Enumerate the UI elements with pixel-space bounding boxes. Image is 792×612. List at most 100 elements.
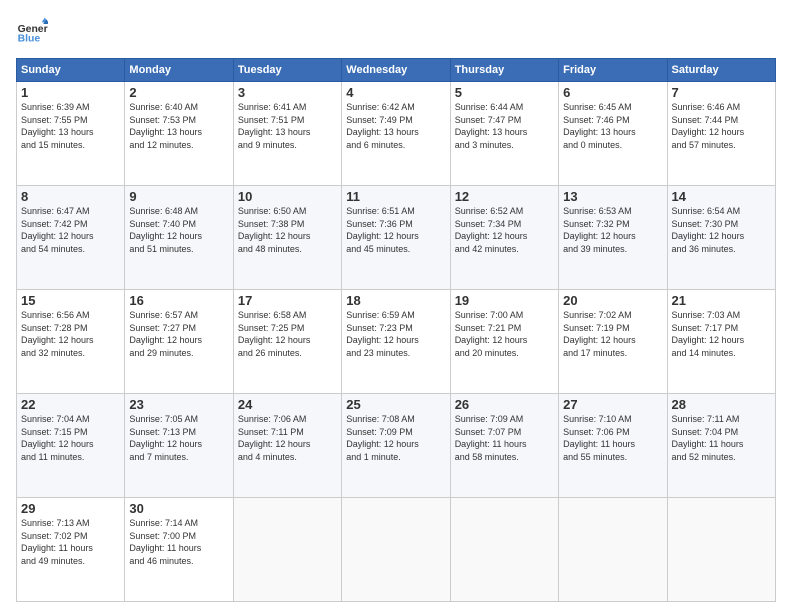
cell-info: Sunrise: 7:10 AMSunset: 7:06 PMDaylight:… bbox=[563, 413, 662, 463]
calendar-cell: 5Sunrise: 6:44 AMSunset: 7:47 PMDaylight… bbox=[450, 82, 558, 186]
cell-info: Sunrise: 7:04 AMSunset: 7:15 PMDaylight:… bbox=[21, 413, 120, 463]
svg-text:Blue: Blue bbox=[18, 34, 41, 45]
cell-day-number: 2 bbox=[129, 85, 228, 100]
cell-info: Sunrise: 7:02 AMSunset: 7:19 PMDaylight:… bbox=[563, 309, 662, 359]
week-row-5: 29Sunrise: 7:13 AMSunset: 7:02 PMDayligh… bbox=[17, 498, 776, 602]
calendar-cell: 29Sunrise: 7:13 AMSunset: 7:02 PMDayligh… bbox=[17, 498, 125, 602]
calendar-cell: 21Sunrise: 7:03 AMSunset: 7:17 PMDayligh… bbox=[667, 290, 775, 394]
cell-day-number: 17 bbox=[238, 293, 337, 308]
calendar-cell: 19Sunrise: 7:00 AMSunset: 7:21 PMDayligh… bbox=[450, 290, 558, 394]
calendar-cell: 28Sunrise: 7:11 AMSunset: 7:04 PMDayligh… bbox=[667, 394, 775, 498]
cell-day-number: 16 bbox=[129, 293, 228, 308]
cell-day-number: 18 bbox=[346, 293, 445, 308]
header-cell-saturday: Saturday bbox=[667, 59, 775, 82]
cell-day-number: 10 bbox=[238, 189, 337, 204]
cell-day-number: 1 bbox=[21, 85, 120, 100]
cell-day-number: 30 bbox=[129, 501, 228, 516]
cell-info: Sunrise: 6:53 AMSunset: 7:32 PMDaylight:… bbox=[563, 205, 662, 255]
calendar-cell: 9Sunrise: 6:48 AMSunset: 7:40 PMDaylight… bbox=[125, 186, 233, 290]
cell-info: Sunrise: 6:45 AMSunset: 7:46 PMDaylight:… bbox=[563, 101, 662, 151]
cell-day-number: 24 bbox=[238, 397, 337, 412]
calendar-cell: 14Sunrise: 6:54 AMSunset: 7:30 PMDayligh… bbox=[667, 186, 775, 290]
cell-info: Sunrise: 6:40 AMSunset: 7:53 PMDaylight:… bbox=[129, 101, 228, 151]
week-row-3: 15Sunrise: 6:56 AMSunset: 7:28 PMDayligh… bbox=[17, 290, 776, 394]
cell-info: Sunrise: 7:09 AMSunset: 7:07 PMDaylight:… bbox=[455, 413, 554, 463]
page: General Blue SundayMondayTuesdayWednesda… bbox=[0, 0, 792, 612]
calendar-cell: 12Sunrise: 6:52 AMSunset: 7:34 PMDayligh… bbox=[450, 186, 558, 290]
calendar-cell: 20Sunrise: 7:02 AMSunset: 7:19 PMDayligh… bbox=[559, 290, 667, 394]
cell-day-number: 23 bbox=[129, 397, 228, 412]
cell-info: Sunrise: 6:52 AMSunset: 7:34 PMDaylight:… bbox=[455, 205, 554, 255]
calendar-cell: 26Sunrise: 7:09 AMSunset: 7:07 PMDayligh… bbox=[450, 394, 558, 498]
calendar-cell: 3Sunrise: 6:41 AMSunset: 7:51 PMDaylight… bbox=[233, 82, 341, 186]
calendar-cell: 27Sunrise: 7:10 AMSunset: 7:06 PMDayligh… bbox=[559, 394, 667, 498]
header-cell-sunday: Sunday bbox=[17, 59, 125, 82]
cell-info: Sunrise: 7:00 AMSunset: 7:21 PMDaylight:… bbox=[455, 309, 554, 359]
calendar-body: 1Sunrise: 6:39 AMSunset: 7:55 PMDaylight… bbox=[17, 82, 776, 602]
calendar-cell: 7Sunrise: 6:46 AMSunset: 7:44 PMDaylight… bbox=[667, 82, 775, 186]
calendar-header: SundayMondayTuesdayWednesdayThursdayFrid… bbox=[17, 59, 776, 82]
cell-day-number: 12 bbox=[455, 189, 554, 204]
cell-info: Sunrise: 6:56 AMSunset: 7:28 PMDaylight:… bbox=[21, 309, 120, 359]
cell-info: Sunrise: 6:48 AMSunset: 7:40 PMDaylight:… bbox=[129, 205, 228, 255]
cell-info: Sunrise: 6:42 AMSunset: 7:49 PMDaylight:… bbox=[346, 101, 445, 151]
cell-day-number: 26 bbox=[455, 397, 554, 412]
header-row: SundayMondayTuesdayWednesdayThursdayFrid… bbox=[17, 59, 776, 82]
cell-info: Sunrise: 6:59 AMSunset: 7:23 PMDaylight:… bbox=[346, 309, 445, 359]
cell-day-number: 5 bbox=[455, 85, 554, 100]
header: General Blue bbox=[16, 16, 776, 48]
calendar-cell: 8Sunrise: 6:47 AMSunset: 7:42 PMDaylight… bbox=[17, 186, 125, 290]
cell-day-number: 27 bbox=[563, 397, 662, 412]
calendar-cell: 22Sunrise: 7:04 AMSunset: 7:15 PMDayligh… bbox=[17, 394, 125, 498]
cell-info: Sunrise: 7:14 AMSunset: 7:00 PMDaylight:… bbox=[129, 517, 228, 567]
cell-info: Sunrise: 6:47 AMSunset: 7:42 PMDaylight:… bbox=[21, 205, 120, 255]
cell-info: Sunrise: 6:57 AMSunset: 7:27 PMDaylight:… bbox=[129, 309, 228, 359]
calendar-cell: 11Sunrise: 6:51 AMSunset: 7:36 PMDayligh… bbox=[342, 186, 450, 290]
header-cell-wednesday: Wednesday bbox=[342, 59, 450, 82]
cell-info: Sunrise: 6:50 AMSunset: 7:38 PMDaylight:… bbox=[238, 205, 337, 255]
calendar-cell: 23Sunrise: 7:05 AMSunset: 7:13 PMDayligh… bbox=[125, 394, 233, 498]
cell-info: Sunrise: 6:41 AMSunset: 7:51 PMDaylight:… bbox=[238, 101, 337, 151]
cell-day-number: 14 bbox=[672, 189, 771, 204]
calendar-cell: 2Sunrise: 6:40 AMSunset: 7:53 PMDaylight… bbox=[125, 82, 233, 186]
calendar-cell bbox=[342, 498, 450, 602]
cell-day-number: 15 bbox=[21, 293, 120, 308]
cell-day-number: 25 bbox=[346, 397, 445, 412]
cell-day-number: 6 bbox=[563, 85, 662, 100]
header-cell-monday: Monday bbox=[125, 59, 233, 82]
cell-info: Sunrise: 6:51 AMSunset: 7:36 PMDaylight:… bbox=[346, 205, 445, 255]
cell-info: Sunrise: 7:11 AMSunset: 7:04 PMDaylight:… bbox=[672, 413, 771, 463]
calendar-table: SundayMondayTuesdayWednesdayThursdayFrid… bbox=[16, 58, 776, 602]
cell-day-number: 4 bbox=[346, 85, 445, 100]
calendar-cell: 17Sunrise: 6:58 AMSunset: 7:25 PMDayligh… bbox=[233, 290, 341, 394]
cell-day-number: 11 bbox=[346, 189, 445, 204]
cell-day-number: 20 bbox=[563, 293, 662, 308]
cell-info: Sunrise: 7:05 AMSunset: 7:13 PMDaylight:… bbox=[129, 413, 228, 463]
cell-day-number: 9 bbox=[129, 189, 228, 204]
cell-day-number: 22 bbox=[21, 397, 120, 412]
calendar-cell bbox=[559, 498, 667, 602]
cell-day-number: 21 bbox=[672, 293, 771, 308]
calendar-cell bbox=[667, 498, 775, 602]
cell-day-number: 13 bbox=[563, 189, 662, 204]
cell-day-number: 29 bbox=[21, 501, 120, 516]
calendar-cell: 4Sunrise: 6:42 AMSunset: 7:49 PMDaylight… bbox=[342, 82, 450, 186]
calendar-cell: 6Sunrise: 6:45 AMSunset: 7:46 PMDaylight… bbox=[559, 82, 667, 186]
cell-info: Sunrise: 7:13 AMSunset: 7:02 PMDaylight:… bbox=[21, 517, 120, 567]
logo-icon: General Blue bbox=[16, 16, 48, 48]
cell-day-number: 28 bbox=[672, 397, 771, 412]
calendar-cell bbox=[450, 498, 558, 602]
week-row-4: 22Sunrise: 7:04 AMSunset: 7:15 PMDayligh… bbox=[17, 394, 776, 498]
week-row-2: 8Sunrise: 6:47 AMSunset: 7:42 PMDaylight… bbox=[17, 186, 776, 290]
cell-info: Sunrise: 6:46 AMSunset: 7:44 PMDaylight:… bbox=[672, 101, 771, 151]
week-row-1: 1Sunrise: 6:39 AMSunset: 7:55 PMDaylight… bbox=[17, 82, 776, 186]
calendar-cell: 10Sunrise: 6:50 AMSunset: 7:38 PMDayligh… bbox=[233, 186, 341, 290]
cell-info: Sunrise: 6:44 AMSunset: 7:47 PMDaylight:… bbox=[455, 101, 554, 151]
cell-day-number: 3 bbox=[238, 85, 337, 100]
calendar-cell: 25Sunrise: 7:08 AMSunset: 7:09 PMDayligh… bbox=[342, 394, 450, 498]
cell-info: Sunrise: 7:03 AMSunset: 7:17 PMDaylight:… bbox=[672, 309, 771, 359]
header-cell-thursday: Thursday bbox=[450, 59, 558, 82]
header-cell-friday: Friday bbox=[559, 59, 667, 82]
calendar-cell: 16Sunrise: 6:57 AMSunset: 7:27 PMDayligh… bbox=[125, 290, 233, 394]
header-cell-tuesday: Tuesday bbox=[233, 59, 341, 82]
